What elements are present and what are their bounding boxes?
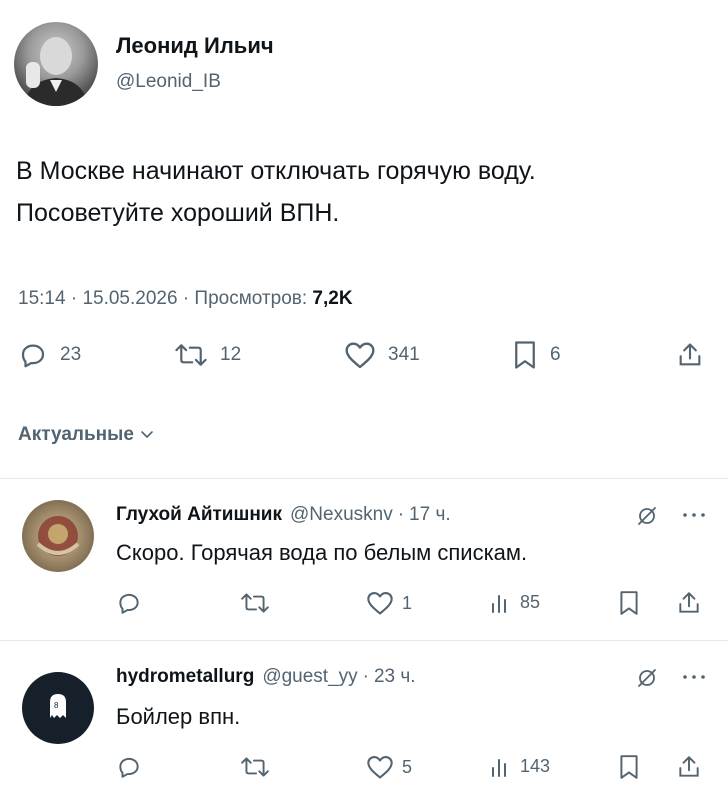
share-icon[interactable]: [676, 754, 702, 780]
views-count: 143: [520, 755, 551, 776]
grok-icon[interactable]: [636, 667, 658, 689]
views-count: 7,2K: [312, 288, 353, 309]
analytics-icon: [490, 754, 512, 778]
reply-time[interactable]: 17 ч.: [409, 504, 451, 526]
reply-author-handle[interactable]: @Nexusknv: [290, 504, 393, 526]
heart-icon: [366, 590, 394, 616]
reply-button[interactable]: [116, 590, 142, 616]
reply-header: hydrometallurg @guest_yy · 23 ч.: [116, 666, 416, 688]
sort-label: Актуальные: [18, 424, 134, 445]
separator: ·: [397, 504, 405, 525]
author-handle[interactable]: @Leonid_IB: [116, 71, 221, 93]
retweet-count: 12: [220, 344, 242, 365]
retweet-icon: [174, 340, 208, 370]
retweet-button[interactable]: [240, 754, 270, 780]
like-count: 341: [388, 344, 420, 365]
tweet-text: В Москве начинают отключать горячую воду…: [16, 157, 536, 227]
sort-dropdown[interactable]: Актуальные: [18, 424, 154, 446]
like-count: 5: [402, 756, 413, 777]
svg-text:8: 8: [54, 701, 59, 710]
like-button[interactable]: 5: [366, 754, 412, 780]
bookmark-count: 6: [550, 344, 561, 365]
divider: [0, 478, 728, 479]
separator: ·: [362, 666, 369, 687]
author-name[interactable]: Леонид Ильич: [116, 33, 274, 59]
heart-icon: [344, 340, 376, 370]
retweet-button[interactable]: [240, 590, 270, 616]
reply-author-name[interactable]: Глухой Айтишник: [116, 504, 282, 526]
views-button[interactable]: 85: [490, 590, 540, 614]
share-icon[interactable]: [676, 340, 704, 370]
reply-text: Скоро. Горячая вода по белым спискам.: [116, 540, 528, 565]
more-icon[interactable]: [682, 674, 706, 680]
share-icon[interactable]: [676, 590, 702, 616]
heart-icon: [366, 754, 394, 780]
bookmark-icon[interactable]: [618, 754, 640, 780]
like-button[interactable]: 1: [366, 590, 412, 616]
like-button[interactable]: 341: [344, 340, 420, 370]
views-button[interactable]: 143: [490, 754, 550, 778]
reply-icon: [116, 590, 142, 616]
reply-header: Глухой Айтишник @Nexusknv · 17 ч.: [116, 504, 451, 526]
reply-author-name[interactable]: hydrometallurg: [116, 666, 254, 688]
reply-avatar[interactable]: [22, 500, 94, 572]
author-avatar[interactable]: [14, 22, 98, 106]
reply-icon: [18, 340, 48, 370]
bookmark-icon: [512, 340, 538, 370]
more-icon[interactable]: [682, 512, 706, 518]
separator: ·: [70, 288, 78, 309]
tweet-meta: 15:14 · 15.05.2026 · Просмотров: 7,2K: [18, 288, 353, 310]
reply-count: 23: [60, 344, 82, 365]
reply-time[interactable]: 23 ч.: [374, 666, 416, 688]
analytics-icon: [490, 590, 512, 614]
bookmark-button[interactable]: 6: [512, 340, 561, 370]
reply-avatar[interactable]: 8: [22, 672, 94, 744]
retweet-button[interactable]: 12: [174, 340, 241, 370]
tweet-date[interactable]: 15.05.2026: [82, 288, 177, 309]
grok-icon[interactable]: [636, 505, 658, 527]
like-count: 1: [402, 592, 413, 613]
divider: [0, 640, 728, 641]
retweet-icon: [240, 590, 270, 616]
reply-author-handle[interactable]: @guest_yy: [262, 666, 357, 688]
retweet-icon: [240, 754, 270, 780]
tweet-time[interactable]: 15:14: [18, 288, 66, 309]
reply-button[interactable]: [116, 754, 142, 780]
reply-button[interactable]: 23: [18, 340, 81, 370]
bookmark-icon[interactable]: [618, 590, 640, 616]
chevron-down-icon: [140, 430, 154, 440]
reply-text: Бойлер впн.: [116, 704, 241, 729]
views-label: Просмотров:: [194, 288, 308, 309]
reply-icon: [116, 754, 142, 780]
views-count: 85: [520, 591, 541, 612]
separator: ·: [182, 288, 190, 309]
